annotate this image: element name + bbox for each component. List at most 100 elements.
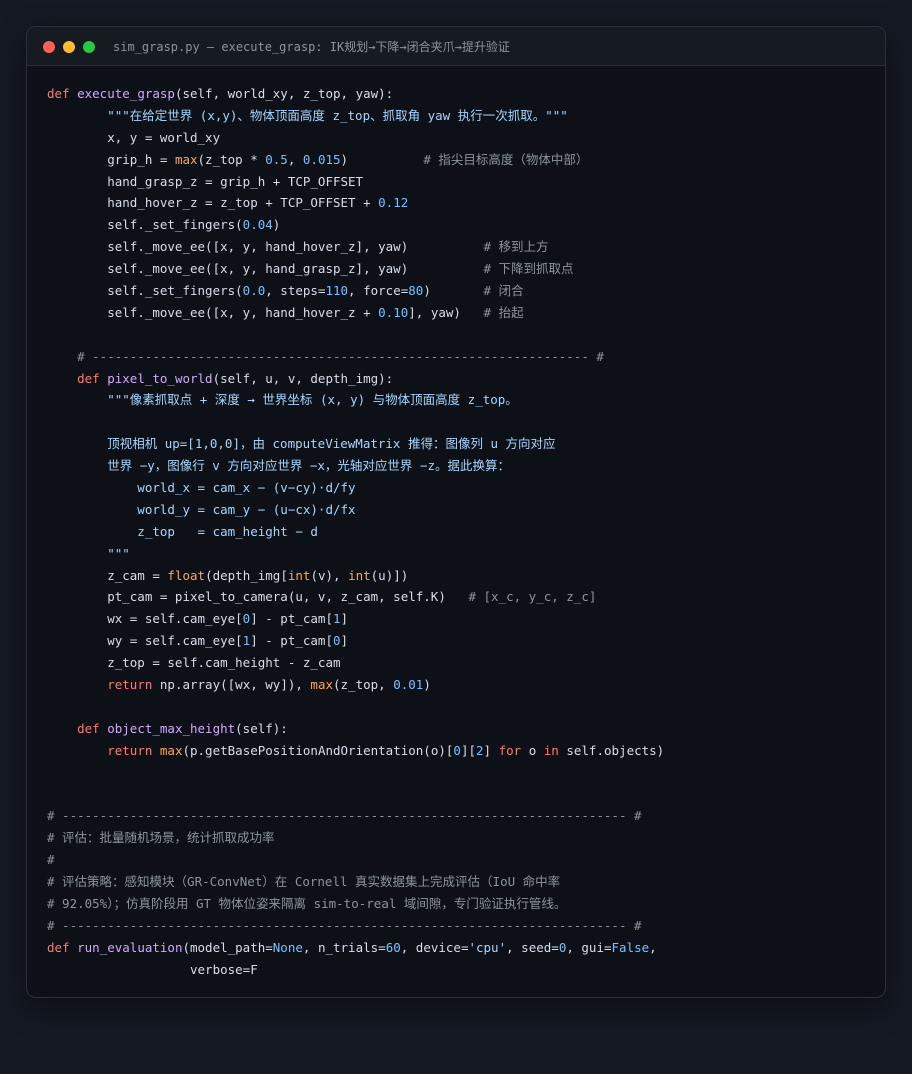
- code-line: # 评估策略：感知模块（GR-ConvNet）在 Cornell 真实数据集上完…: [47, 871, 664, 893]
- code-token: world_y = cam_y − (u−cx)·d/fx: [47, 501, 356, 517]
- code-token: # --------------------------------------…: [47, 917, 642, 933]
- code-token: ]: [340, 633, 349, 649]
- code-token: int: [348, 567, 371, 583]
- code-line: # 92.05%）；仿真阶段用 GT 物体位姿来隔离 sim-to-real 域…: [47, 893, 664, 915]
- code-token: world_x = cam_x − (v−cy)·d/fy: [47, 480, 356, 496]
- code-line: # --------------------------------------…: [47, 915, 664, 937]
- code-token: self.objects): [566, 742, 665, 758]
- code-token: 0.12: [378, 195, 409, 211]
- code-token: return: [107, 677, 160, 693]
- code-line: grip_h = max(z_top * 0.5, 0.015) # 指尖目标高…: [47, 149, 664, 171]
- code-token: #: [47, 852, 55, 868]
- code-line: #: [47, 849, 664, 871]
- code-token: (depth_img[: [205, 567, 288, 583]
- code-token: (self, world_xy, z_top, yaw):: [174, 86, 394, 101]
- code-token: pixel_to_world: [107, 370, 213, 386]
- code-line: hand_hover_z = z_top + TCP_OFFSET + 0.12: [47, 192, 664, 214]
- code-line: def object_max_height(self):: [47, 718, 664, 740]
- code-line: wx = self.cam_eye[0] - pt_cam[1]: [47, 608, 664, 630]
- code-token: (u)]): [370, 567, 409, 583]
- code-token: # 评估策略：感知模块（GR-ConvNet）在 Cornell 真实数据集上完…: [47, 874, 561, 890]
- code-token: 2: [476, 742, 484, 758]
- window-title: sim_grasp.py — execute_grasp: IK规划→下降→闭合…: [113, 40, 510, 54]
- code-token: verbose=F: [47, 961, 258, 977]
- code-token: for: [498, 742, 529, 758]
- code-token: 110: [325, 283, 349, 299]
- code-token: ): [423, 283, 484, 299]
- code-token: 世界 −y，图像行 v 方向对应世界 −x，光轴对应世界 −z。据此换算：: [47, 458, 511, 474]
- code-line: self._move_ee([x, y, hand_grasp_z], yaw)…: [47, 258, 664, 280]
- code-token: 0.015: [302, 151, 341, 167]
- code-token: 0: [453, 742, 461, 758]
- code-token: self._move_ee([x, y, hand_hover_z], yaw): [47, 239, 484, 255]
- code-token: ] - pt_cam[: [250, 611, 333, 627]
- code-token: """在给定世界 (x,y)、物体顶面高度 z_top、抓取角 yaw 执行一次…: [47, 107, 568, 123]
- code-token: self._move_ee([x, y, hand_grasp_z], yaw): [47, 261, 484, 277]
- code-token: max: [310, 677, 333, 693]
- code-token: wy = self.cam_eye[: [47, 633, 243, 649]
- code-token: ): [340, 151, 424, 167]
- code-block[interactable]: def execute_grasp(self, world_xy, z_top,…: [47, 83, 664, 981]
- title-bar: sim_grasp.py — execute_grasp: IK规划→下降→闭合…: [27, 27, 885, 66]
- code-line: hand_grasp_z = grip_h + TCP_OFFSET: [47, 171, 664, 193]
- code-line: """在给定世界 (x,y)、物体顶面高度 z_top、抓取角 yaw 执行一次…: [47, 105, 664, 127]
- maximize-icon[interactable]: [83, 41, 95, 53]
- code-token: max: [159, 742, 183, 758]
- code-token: int: [287, 567, 311, 583]
- close-icon[interactable]: [43, 41, 55, 53]
- code-line: # --------------------------------------…: [47, 805, 664, 827]
- code-token: """像素抓取点 + 深度 → 世界坐标 (x, y) 与物体顶面高度 z_to…: [47, 392, 518, 408]
- code-token: 0: [333, 633, 341, 649]
- code-line: world_x = cam_x − (v−cy)·d/fy: [47, 477, 664, 499]
- code-token: # --------------------------------------…: [47, 348, 604, 364]
- code-token: def: [47, 939, 78, 955]
- code-token: 80: [408, 283, 424, 299]
- code-token: return: [107, 742, 160, 758]
- code-token: # --------------------------------------…: [47, 808, 642, 824]
- code-token: z_top = cam_height − d: [47, 523, 318, 539]
- code-token: ]: [340, 611, 349, 627]
- code-token: x, y = world_xy: [47, 129, 221, 145]
- code-token: float: [167, 567, 206, 583]
- code-token: hand_grasp_z = grip_h + TCP_OFFSET: [47, 173, 364, 189]
- code-token: 0.04: [242, 217, 273, 233]
- code-token: # 下降到抓取点: [483, 261, 574, 277]
- code-token: o: [528, 742, 544, 758]
- code-line: def run_evaluation(model_path=None, n_tr…: [47, 937, 664, 959]
- code-token: 0.01: [393, 677, 424, 693]
- code-token: 1: [333, 611, 341, 627]
- code-line: pt_cam = pixel_to_camera(u, v, z_cam, se…: [47, 586, 664, 608]
- code-token: self._set_fingers(: [47, 283, 243, 299]
- code-token: ): [272, 217, 281, 233]
- code-line: def execute_grasp(self, world_xy, z_top,…: [47, 83, 664, 105]
- code-line: # 评估：批量随机场景，统计抓取成功率: [47, 827, 664, 849]
- code-token: , steps=: [265, 283, 326, 299]
- code-token: (p.getBasePositionAndOrientation(o)[: [182, 742, 454, 758]
- minimize-icon[interactable]: [63, 41, 75, 53]
- code-token: False: [611, 939, 650, 955]
- code-token: 0.5: [265, 151, 288, 167]
- code-token: , gui=: [566, 939, 612, 955]
- code-line: self._move_ee([x, y, hand_hover_z], yaw)…: [47, 236, 664, 258]
- code-line: self._move_ee([x, y, hand_hover_z + 0.10…: [47, 302, 664, 324]
- code-line: self._set_fingers(0.0, steps=110, force=…: [47, 280, 664, 302]
- code-token: def: [77, 370, 108, 386]
- code-token: # 移到上方: [483, 239, 549, 255]
- code-token: , seed=: [506, 939, 559, 955]
- code-token: object_max_height: [107, 720, 236, 736]
- code-token: 0.10: [378, 304, 409, 320]
- code-token: self._move_ee([x, y, hand_hover_z +: [47, 304, 379, 320]
- code-token: (v),: [310, 567, 349, 583]
- code-token: None: [272, 939, 303, 955]
- code-token: self._set_fingers(: [47, 217, 243, 233]
- code-token: np.array([wx, wy]),: [159, 677, 311, 693]
- code-token: ): [423, 677, 431, 693]
- code-line: # --------------------------------------…: [47, 346, 664, 368]
- code-line: wy = self.cam_eye[1] - pt_cam[0]: [47, 630, 664, 652]
- code-token: # 92.05%）；仿真阶段用 GT 物体位姿来隔离 sim-to-real 域…: [47, 895, 567, 911]
